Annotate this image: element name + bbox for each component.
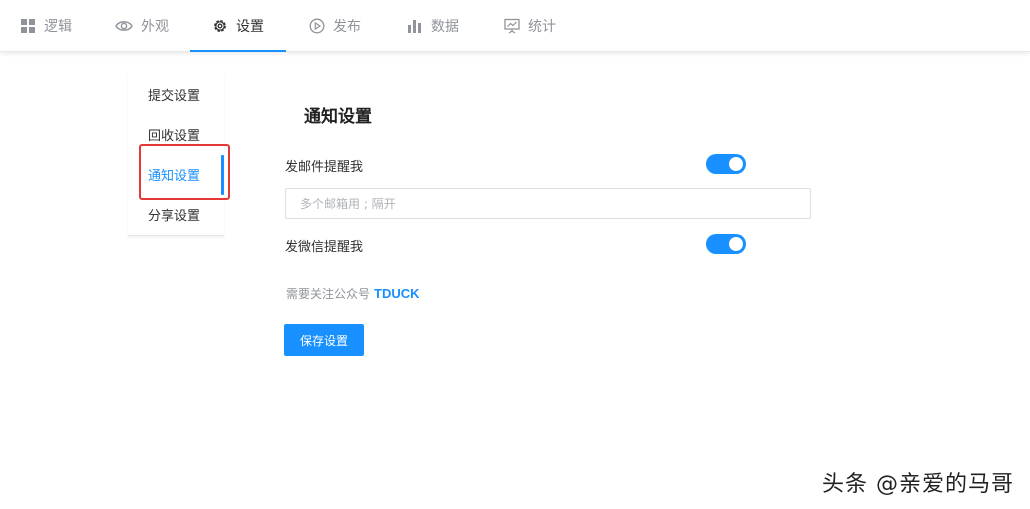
annotation-highlight-box [139, 144, 230, 200]
side-item-recycle-settings[interactable]: 回收设置 [148, 125, 200, 144]
wechat-notify-toggle[interactable] [706, 234, 746, 254]
gear-icon [212, 18, 228, 34]
tab-label: 发布 [333, 19, 361, 35]
tab-data[interactable]: 数据 [407, 0, 459, 52]
tab-label: 统计 [528, 19, 556, 35]
save-settings-button[interactable]: 保存设置 [284, 324, 364, 356]
top-tab-bar: 逻辑 外观 设置 发布 数据 统计 [0, 0, 1030, 52]
eye-icon [115, 18, 133, 34]
tab-label: 设置 [236, 19, 264, 35]
email-notify-toggle[interactable] [706, 154, 746, 174]
toggle-knob [729, 237, 743, 251]
side-item-submit-settings[interactable]: 提交设置 [148, 85, 200, 104]
side-item-share-settings[interactable]: 分享设置 [148, 205, 200, 224]
official-account-link[interactable]: TDUCK [374, 286, 420, 301]
tab-settings[interactable]: 设置 [212, 0, 264, 52]
page-title: 通知设置 [304, 107, 372, 127]
watermark-text: 头条 @亲爱的马哥 [822, 472, 1014, 497]
tab-label: 逻辑 [44, 19, 72, 35]
note-text: 需要关注公众号 [286, 287, 371, 301]
tab-label: 外观 [141, 19, 169, 35]
follow-account-note: 需要关注公众号 TDUCK [286, 285, 420, 302]
tab-statistics[interactable]: 统计 [504, 0, 556, 52]
play-icon [309, 18, 325, 34]
email-addresses-input[interactable] [285, 188, 811, 219]
email-notify-label: 发邮件提醒我 [285, 160, 364, 175]
tab-publish[interactable]: 发布 [309, 0, 361, 52]
tab-logic[interactable]: 逻辑 [20, 0, 72, 52]
tab-label: 数据 [431, 19, 459, 35]
active-tab-indicator [190, 50, 286, 52]
tab-appearance[interactable]: 外观 [115, 0, 169, 52]
wechat-notify-label: 发微信提醒我 [285, 240, 364, 255]
bar-chart-icon [407, 18, 423, 34]
toggle-knob [729, 157, 743, 171]
grid-icon [20, 18, 36, 34]
presentation-chart-icon [504, 18, 520, 34]
